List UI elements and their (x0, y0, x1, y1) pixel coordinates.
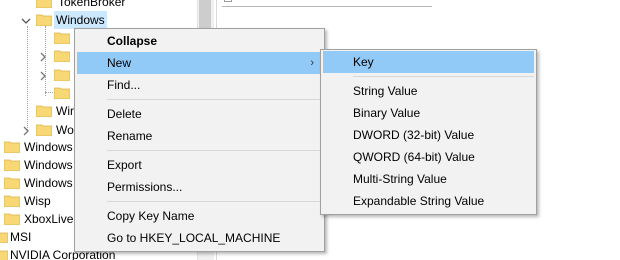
tree-item-wir[interactable]: Wir (36, 102, 76, 120)
folder-icon (4, 177, 20, 189)
folder-icon (4, 195, 20, 207)
menu-item-label: New (107, 56, 132, 70)
chevron-right-icon[interactable] (38, 70, 48, 81)
tree-item-windows[interactable]: Windows (4, 174, 75, 192)
tree-item-label: Windows (24, 140, 73, 154)
tree-item-label: Windows (24, 158, 73, 172)
tree-item-windows[interactable]: Windows (4, 156, 75, 174)
tree-item-wisp[interactable]: Wisp (4, 192, 53, 210)
submenu-item-key[interactable]: Key (323, 51, 534, 73)
tree-item-wo[interactable]: Wo (36, 121, 76, 139)
tree-item-label: Windows (54, 11, 107, 29)
tree-item-label: XboxLive (24, 212, 74, 226)
menu-separator (107, 201, 322, 202)
context-menu: Collapse New › Find... Delete Rename Exp… (74, 28, 325, 252)
folder-icon (36, 14, 52, 26)
tree-item-label: Wisp (24, 194, 51, 208)
menu-separator (107, 99, 322, 100)
tree-item-tokenbroker[interactable]: TokenBroker (36, 0, 127, 11)
menu-item-new[interactable]: New › (77, 52, 322, 74)
chevron-right-icon[interactable] (21, 125, 31, 136)
menu-separator (107, 150, 322, 151)
submenu-item-expandable-string-value[interactable]: Expandable String Value (323, 190, 534, 212)
folder-icon (36, 105, 52, 117)
tree-item-windows[interactable]: Windows (4, 138, 75, 156)
menu-item-rename[interactable]: Rename (77, 125, 322, 147)
folder-icon (54, 69, 70, 81)
folder-icon (54, 50, 70, 62)
folder-icon (0, 231, 8, 243)
submenu-item-qword-value[interactable]: QWORD (64-bit) Value (323, 146, 534, 168)
chevron-right-icon[interactable] (38, 51, 48, 62)
folder-icon (54, 87, 70, 99)
submenu-item-string-value[interactable]: String Value (323, 80, 534, 102)
folder-icon (4, 213, 20, 225)
folder-icon (36, 124, 52, 136)
folder-icon (4, 141, 20, 153)
tree-item-label: TokenBroker (58, 0, 126, 9)
chevron-down-icon[interactable] (21, 15, 31, 25)
menu-item-copy-key-name[interactable]: Copy Key Name (77, 205, 322, 227)
tree-item-label: MSI (10, 230, 32, 244)
values-list-fragment (222, 0, 432, 7)
menu-separator (353, 76, 534, 77)
tree-item-xboxlive[interactable]: XboxLive (4, 210, 75, 228)
menu-item-find[interactable]: Find... (77, 74, 322, 96)
menu-item-export[interactable]: Export (77, 154, 322, 176)
tree-guide-line (45, 92, 53, 93)
folder-icon (4, 159, 20, 171)
folder-icon (36, 0, 52, 8)
menu-item-collapse[interactable]: Collapse (77, 30, 322, 52)
menu-item-go-to-hklm[interactable]: Go to HKEY_LOCAL_MACHINE (77, 227, 322, 249)
folder-icon (0, 249, 8, 260)
menu-item-delete[interactable]: Delete (77, 103, 322, 125)
new-submenu: Key String Value Binary Value DWORD (32-… (320, 49, 537, 215)
menu-item-permissions[interactable]: Permissions... (77, 176, 322, 198)
tree-item-windows[interactable]: Windows (36, 11, 107, 29)
tree-item-msi[interactable]: MSI (0, 228, 33, 246)
submenu-item-multi-string-value[interactable]: Multi-String Value (323, 168, 534, 190)
submenu-arrow-icon: › (310, 57, 314, 69)
submenu-item-dword-value[interactable]: DWORD (32-bit) Value (323, 124, 534, 146)
tree-item-label: Windows (24, 176, 73, 190)
tree-item-label: Wo (56, 123, 74, 137)
tree-item-label: Wir (56, 104, 74, 118)
submenu-item-binary-value[interactable]: Binary Value (323, 102, 534, 124)
tree-guide-line (27, 26, 28, 130)
folder-icon (54, 32, 70, 44)
